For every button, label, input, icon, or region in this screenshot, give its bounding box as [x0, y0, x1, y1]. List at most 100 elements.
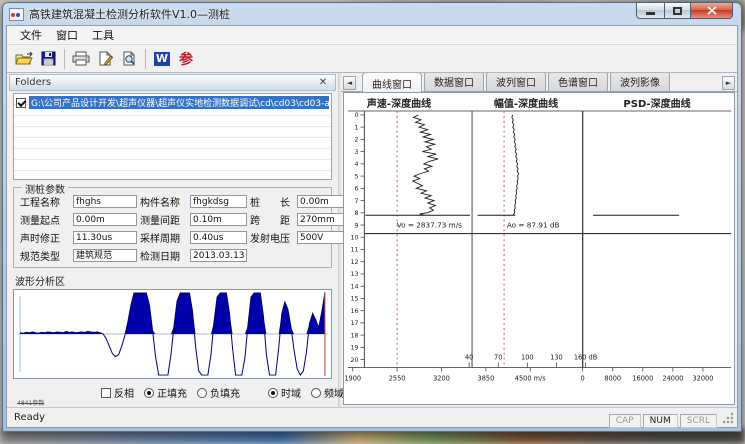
x-tick-label: 4500 m/s — [515, 374, 546, 382]
parameter-char-icon: 参 — [179, 49, 193, 69]
pile-parameters-title: 测桩参数 — [22, 181, 68, 196]
status-cell-num: NUM — [643, 414, 678, 428]
tab-曲线窗口[interactable]: 曲线窗口 — [362, 73, 422, 92]
menu-item[interactable]: 文件 — [13, 25, 49, 45]
chart-title: 声速-深度曲线 — [367, 95, 431, 110]
save-button[interactable] — [36, 48, 60, 70]
param-field[interactable]: 0.00m — [73, 213, 137, 226]
left-dock-panel: Folders ✕ G:\公司产品设计开发\超声仪器\超声仪实地检测数据调试\c… — [7, 73, 338, 407]
preview-icon — [122, 51, 137, 67]
word-export-button[interactable]: W — [150, 48, 174, 70]
depth-tick-label: 15 — [351, 296, 359, 303]
close-icon — [707, 6, 717, 15]
fill-radio-group: 正填充 负填充 — [144, 385, 250, 400]
x-tick-label: 1900 — [344, 374, 361, 382]
close-button[interactable] — [691, 2, 733, 19]
pile-parameters-group: 测桩参数 工程名称fhghs构件名称fhgkdsg桩 长0.00m测量起点0.0… — [13, 187, 332, 268]
depth-charts-svg: 0123456789101112131415161718192019002550… — [344, 109, 734, 404]
x-tick-label: 32000 — [692, 374, 713, 382]
window-controls — [636, 2, 733, 19]
menu-bar: 文件窗口工具 — [7, 26, 737, 45]
folders-close-icon[interactable]: ✕ — [316, 77, 330, 89]
toolbar: W 参 — [7, 45, 737, 73]
resize-grip[interactable] — [721, 411, 734, 424]
curve-chart-area[interactable]: 声速-深度曲线幅值-深度曲线PSD-深度曲线 01234567891011121… — [343, 92, 735, 405]
fill-radio[interactable] — [144, 388, 154, 398]
folder-checkbox[interactable] — [16, 98, 26, 108]
status-bar: Ready CAPNUMSCRL — [7, 407, 737, 427]
param-label: 检测日期 — [140, 248, 187, 263]
curve-annotation: Ao = 87.91 dB — [507, 220, 560, 229]
app-icon — [9, 8, 24, 21]
domain-radio-group: 时域频域 — [268, 385, 354, 400]
waveform-area-title: 波形分析区 — [15, 273, 336, 288]
domain-radio[interactable] — [268, 388, 278, 398]
menu-item[interactable]: 窗口 — [49, 25, 85, 45]
param-field[interactable]: fhghs — [73, 195, 137, 208]
domain-radio[interactable] — [311, 388, 321, 398]
param-field[interactable]: 建筑规范 — [73, 249, 137, 262]
parameters-button[interactable]: 参 — [174, 48, 198, 70]
waveform-plot[interactable] — [13, 289, 332, 379]
folders-list-item[interactable]: G:\公司产品设计开发\超声仪器\超声仪实地检测数据调试\cd\cd03\cd0… — [16, 96, 329, 109]
page-pen-icon — [98, 51, 113, 67]
invert-checkbox[interactable] — [101, 388, 111, 398]
depth-tick-label: 5 — [355, 173, 359, 180]
maximize-icon — [673, 7, 682, 15]
chart-title: PSD-深度曲线 — [623, 95, 690, 110]
tab-scroll-right-button[interactable]: ► — [722, 76, 735, 90]
client-area: Folders ✕ G:\公司产品设计开发\超声仪器\超声仪实地检测数据调试\c… — [7, 73, 737, 407]
depth-tick-label: 20 — [351, 357, 359, 364]
menu-item[interactable]: 工具 — [85, 25, 121, 45]
param-label: 采样周期 — [140, 230, 187, 245]
print-preview-button[interactable] — [117, 48, 141, 70]
waveform-svg — [14, 290, 331, 378]
invert-label: 反相 — [114, 385, 134, 400]
x-tick-label: 2550 — [389, 374, 406, 382]
fill-radio[interactable] — [197, 388, 207, 398]
fill-radio-label: 负填充 — [210, 385, 240, 400]
print-button[interactable] — [69, 48, 93, 70]
depth-tick-label: 8 — [355, 210, 359, 217]
depth-tick-label: 4 — [355, 161, 359, 168]
depth-tick-label: 9 — [355, 222, 359, 229]
folders-list: G:\公司产品设计开发\超声仪器\超声仪实地检测数据调试\cd\cd03\cd0… — [13, 93, 332, 180]
waveform-options-row: 反相 正填充负填充 时域频域 — [101, 385, 336, 400]
app-window: 高铁建筑混凝土检测分析软件V1.0—测桩 文件窗口工具 — [2, 2, 742, 432]
window-frame: 文件窗口工具 — [6, 25, 738, 428]
status-message: Ready — [10, 412, 607, 423]
tab-scroll-left-button[interactable]: ◄ — [343, 76, 356, 90]
param-label: 构件名称 — [140, 194, 187, 209]
depth-tick-label: 0 — [355, 112, 359, 119]
window-title: 高铁建筑混凝土检测分析软件V1.0—测桩 — [29, 6, 230, 22]
param-field[interactable]: 11.30us — [73, 231, 137, 244]
depth-tick-label: 10 — [351, 234, 359, 241]
toolbar-separator — [64, 49, 65, 69]
parameters-grid: 工程名称fhghs构件名称fhgkdsg桩 长0.00m测量起点0.00m测量间… — [20, 194, 327, 263]
depth-tick-label: 11 — [351, 247, 359, 254]
fill-radio-label: 正填充 — [157, 385, 187, 400]
report-export-button[interactable] — [93, 48, 117, 70]
param-label: 桩 长 — [250, 194, 294, 209]
curve-annotation: Vo = 2837.73 m/s — [397, 220, 462, 229]
chart-title: 幅值-深度曲线 — [494, 95, 558, 110]
open-file-button[interactable] — [12, 48, 36, 70]
open-folder-icon — [15, 51, 34, 66]
titlebar: 高铁建筑混凝土检测分析软件V1.0—测桩 — [3, 3, 741, 25]
param-field[interactable]: 2013.03.13 — [190, 249, 247, 262]
maximize-button[interactable] — [664, 2, 691, 19]
tab-波列窗口[interactable]: 波列窗口 — [486, 73, 546, 91]
param-field[interactable]: fhgkdsg — [190, 195, 247, 208]
param-label: 发射电压 — [250, 230, 294, 245]
waveform-positive-fill — [20, 293, 325, 334]
minimize-button[interactable] — [636, 2, 664, 19]
x-tick-label: 130 — [550, 354, 563, 362]
param-field[interactable]: 0.40us — [190, 231, 247, 244]
x-tick-label: 70 — [494, 354, 502, 362]
tab-波列影像[interactable]: 波列影像 — [610, 73, 670, 91]
tab-数据窗口[interactable]: 数据窗口 — [424, 73, 484, 91]
x-tick-label: 0 — [581, 374, 585, 382]
depth-tick-label: 13 — [351, 271, 359, 278]
tab-色谱窗口[interactable]: 色谱窗口 — [548, 73, 608, 91]
param-field[interactable]: 0.10m — [190, 213, 247, 226]
